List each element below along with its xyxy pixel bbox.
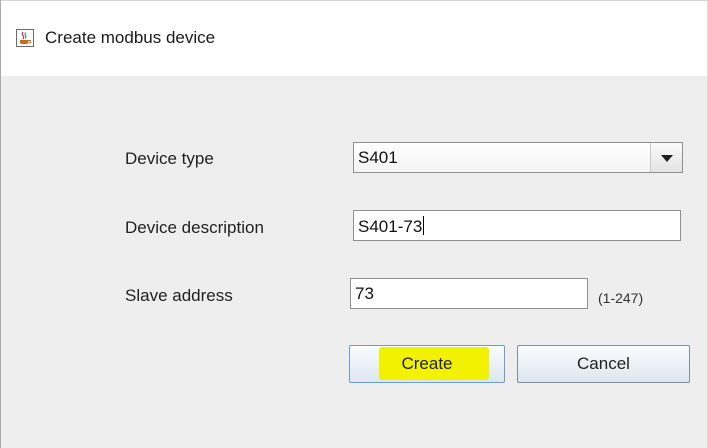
- create-button-label-overlay: Create: [401, 354, 453, 373]
- cancel-button[interactable]: Cancel: [517, 345, 690, 383]
- device-type-value: S401: [358, 148, 398, 167]
- cancel-button-label: Cancel: [577, 354, 630, 373]
- slave-address-value: 73: [355, 284, 374, 303]
- dropdown-button[interactable]: [651, 143, 682, 172]
- dialog-title: Create modbus device: [45, 28, 216, 47]
- create-modbus-device-dialog: Create modbus device Device type S401 De…: [0, 0, 708, 448]
- text-caret: [423, 216, 425, 235]
- java-cup-icon: [16, 29, 34, 47]
- device-description-input[interactable]: S401-73: [353, 210, 681, 241]
- create-button-text-layer[interactable]: Create: [349, 345, 505, 383]
- title-bar: Create modbus device: [1, 0, 707, 77]
- device-type-combobox[interactable]: S401: [353, 142, 683, 173]
- chevron-down-icon: [661, 155, 673, 162]
- dialog-content: [1, 76, 707, 448]
- device-description-label: Device description: [125, 218, 264, 237]
- device-description-value: S401-73: [358, 216, 425, 236]
- slave-address-input[interactable]: 73: [350, 278, 588, 309]
- device-type-label: Device type: [125, 149, 214, 168]
- slave-address-range-hint: (1-247): [598, 290, 644, 306]
- slave-address-label: Slave address: [125, 286, 233, 305]
